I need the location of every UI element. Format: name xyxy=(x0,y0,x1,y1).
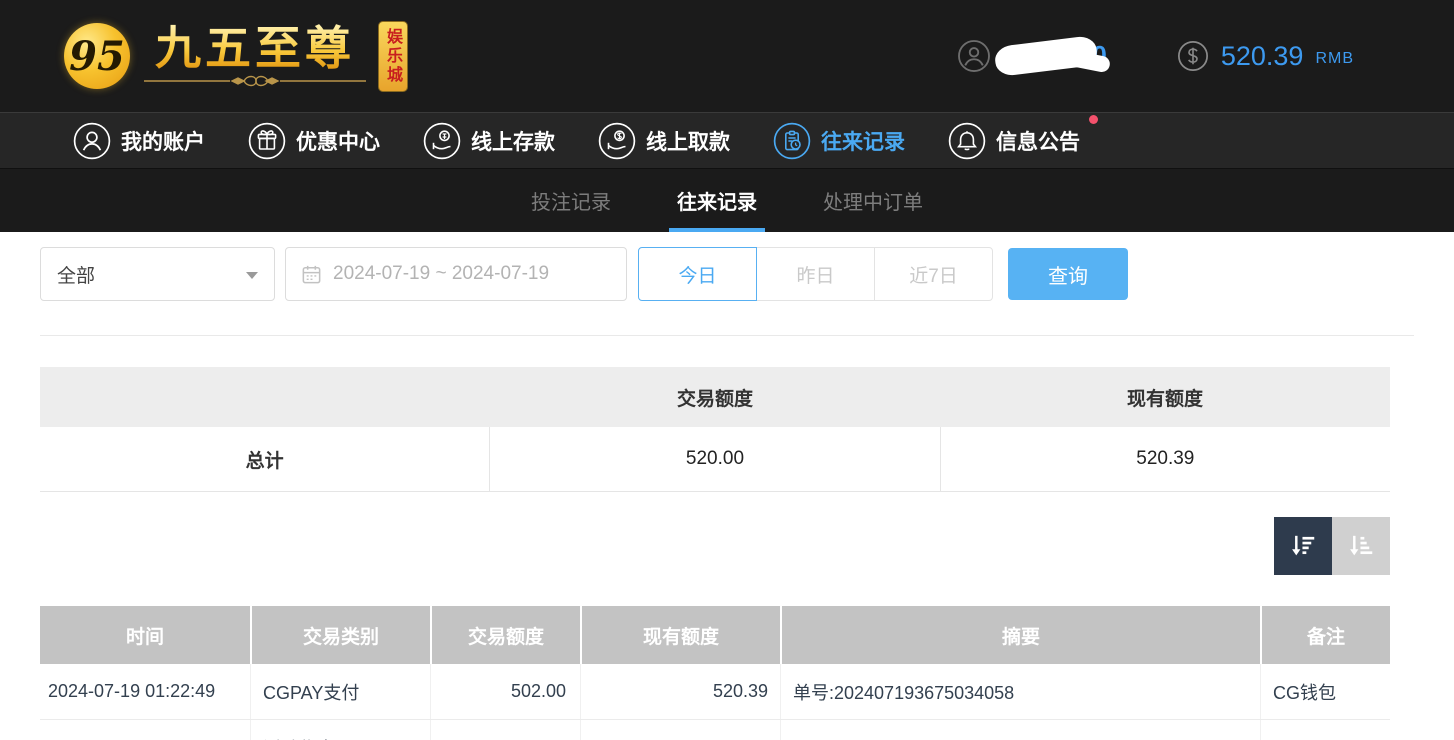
sort-desc-icon xyxy=(1288,531,1318,561)
dollar-circle-icon xyxy=(1177,40,1209,72)
tab-label: 往来记录 xyxy=(677,186,757,215)
nav-item-online-deposit[interactable]: 线上存款 xyxy=(422,121,555,161)
brand-block: 九五至尊 xyxy=(140,24,370,88)
section-divider xyxy=(40,335,1414,336)
header-account-area: 0 520.39 RMB xyxy=(957,36,1454,76)
tab-processing-orders[interactable]: 处理中订单 xyxy=(819,169,927,232)
query-button[interactable]: 查询 xyxy=(1008,248,1128,300)
filter-row: 全部 2024-07-19 ~ 2024-07-19 今日 昨日 近7日 查询 xyxy=(40,246,1414,302)
cell-balance: 18.39 xyxy=(580,720,780,740)
quick-range-group: 今日 昨日 近7日 xyxy=(638,247,993,301)
brand-name: 九五至尊 xyxy=(155,24,355,72)
nav-item-label: 线上取款 xyxy=(646,126,730,156)
username-censor-blob xyxy=(993,35,1098,77)
username-masked: 0 xyxy=(999,36,1111,76)
tab-bet-records[interactable]: 投注记录 xyxy=(527,169,615,232)
nav-item-label: 往来记录 xyxy=(821,126,905,156)
active-tab-underline xyxy=(669,228,765,232)
deposit-coin-hand-icon xyxy=(422,121,462,161)
col-header-amount: 交易额度 xyxy=(430,606,580,664)
cell-amount: 502.00 xyxy=(430,664,580,719)
user-account[interactable]: 0 xyxy=(957,36,1177,76)
records-table: 时间 交易类别 交易额度 现有额度 摘要 备注 2024-07-19 01:22… xyxy=(40,606,1390,740)
user-icon xyxy=(72,121,112,161)
nav-item-label: 我的账户 xyxy=(121,126,205,156)
nav-item-transaction-records[interactable]: 往来记录 xyxy=(772,121,905,161)
nav-item-label: 线上存款 xyxy=(471,126,555,156)
bell-icon xyxy=(947,121,987,161)
flourish-ornament-icon xyxy=(140,74,370,88)
date-range-picker[interactable]: 2024-07-19 ~ 2024-07-19 xyxy=(285,247,627,301)
quick-range-last7days-button[interactable]: 近7日 xyxy=(874,247,993,301)
col-header-note: 备注 xyxy=(1260,606,1390,664)
cell-summary: 单号:202407193675034058 xyxy=(780,664,1260,719)
category-select[interactable]: 全部 xyxy=(40,247,275,301)
content: 全部 2024-07-19 ~ 2024-07-19 今日 昨日 近7日 查询 xyxy=(0,246,1454,740)
summary-header-transaction: 交易额度 xyxy=(490,367,940,427)
table-row: 2024-07-19 01:22:49 CGPAY支付 502.00 520.3… xyxy=(40,664,1390,720)
records-table-header: 时间 交易类别 交易额度 现有额度 摘要 备注 xyxy=(40,606,1390,664)
dropdown-caret-icon xyxy=(246,272,258,279)
tab-transaction-records[interactable]: 往来记录 xyxy=(673,169,761,232)
summary-header-blank xyxy=(40,367,490,427)
brand-badge: 娱乐城 xyxy=(378,21,408,92)
cell-time: 2024-07-19 01:21:14 xyxy=(40,720,250,740)
gift-icon xyxy=(247,121,287,161)
cell-type: CGPAY支付 xyxy=(250,664,430,719)
sort-asc-icon xyxy=(1346,531,1376,561)
quick-range-today-button[interactable]: 今日 xyxy=(638,247,757,301)
balance-currency: RMB xyxy=(1315,44,1354,68)
cell-time: 2024-07-19 01:22:49 xyxy=(40,664,250,719)
page: 95 九五至尊 娱乐城 xyxy=(0,0,1454,740)
records-clipboard-icon xyxy=(772,121,812,161)
category-select-value: 全部 xyxy=(57,261,95,288)
summary-balance-total: 520.39 xyxy=(940,427,1390,491)
cell-type: 活动优惠 xyxy=(250,720,430,740)
date-range-value: 2024-07-19 ~ 2024-07-19 xyxy=(333,263,549,285)
col-header-time: 时间 xyxy=(40,606,250,664)
summary-transaction-total: 520.00 xyxy=(489,427,939,491)
summary-total-row: 总计 520.00 520.39 xyxy=(40,427,1390,492)
cell-note xyxy=(1260,720,1390,740)
quick-range-yesterday-button[interactable]: 昨日 xyxy=(756,247,875,301)
cell-summary xyxy=(780,720,1260,740)
tab-label: 投注记录 xyxy=(531,186,611,215)
col-header-type: 交易类别 xyxy=(250,606,430,664)
sort-descending-button[interactable] xyxy=(1274,517,1332,575)
user-icon xyxy=(957,39,991,73)
calendar-icon xyxy=(300,263,323,286)
logo-circle-text: 95 xyxy=(69,33,125,80)
nav-item-my-account[interactable]: 我的账户 xyxy=(72,121,205,161)
summary-header-row: 交易额度 现有额度 xyxy=(40,367,1390,427)
main-nav: 我的账户 优惠中心 线上存款 xyxy=(0,112,1454,168)
col-header-balance: 现有额度 xyxy=(580,606,780,664)
summary-total-label: 总计 xyxy=(40,427,489,491)
nav-item-announcements[interactable]: 信息公告 xyxy=(947,121,1080,161)
cell-amount: 18.00 xyxy=(430,720,580,740)
summary-table: 交易额度 现有额度 总计 520.00 520.39 xyxy=(40,367,1390,492)
sub-nav: 投注记录 往来记录 处理中订单 xyxy=(0,168,1454,232)
sort-controls xyxy=(40,517,1390,575)
nav-item-label: 优惠中心 xyxy=(296,126,380,156)
summary-header-balance: 现有额度 xyxy=(940,367,1390,427)
nav-item-online-withdraw[interactable]: 线上取款 xyxy=(597,121,730,161)
balance-amount: 520.39 xyxy=(1221,41,1304,72)
col-header-summary: 摘要 xyxy=(780,606,1260,664)
table-row: 2024-07-19 01:21:14 活动优惠 18.00 18.39 xyxy=(40,720,1390,740)
cell-note: CG钱包 xyxy=(1260,664,1390,719)
withdraw-coin-hand-icon xyxy=(597,121,637,161)
cell-balance: 520.39 xyxy=(580,664,780,719)
top-header: 95 九五至尊 娱乐城 xyxy=(0,0,1454,112)
nav-item-promotions[interactable]: 优惠中心 xyxy=(247,121,380,161)
nav-item-label: 信息公告 xyxy=(996,126,1080,156)
site-logo[interactable]: 95 九五至尊 娱乐城 xyxy=(64,21,408,92)
sort-ascending-button[interactable] xyxy=(1332,517,1390,575)
balance[interactable]: 520.39 RMB xyxy=(1177,40,1354,72)
notification-dot xyxy=(1089,115,1098,124)
logo-95-icon: 95 xyxy=(64,23,130,89)
tab-label: 处理中订单 xyxy=(823,186,923,215)
